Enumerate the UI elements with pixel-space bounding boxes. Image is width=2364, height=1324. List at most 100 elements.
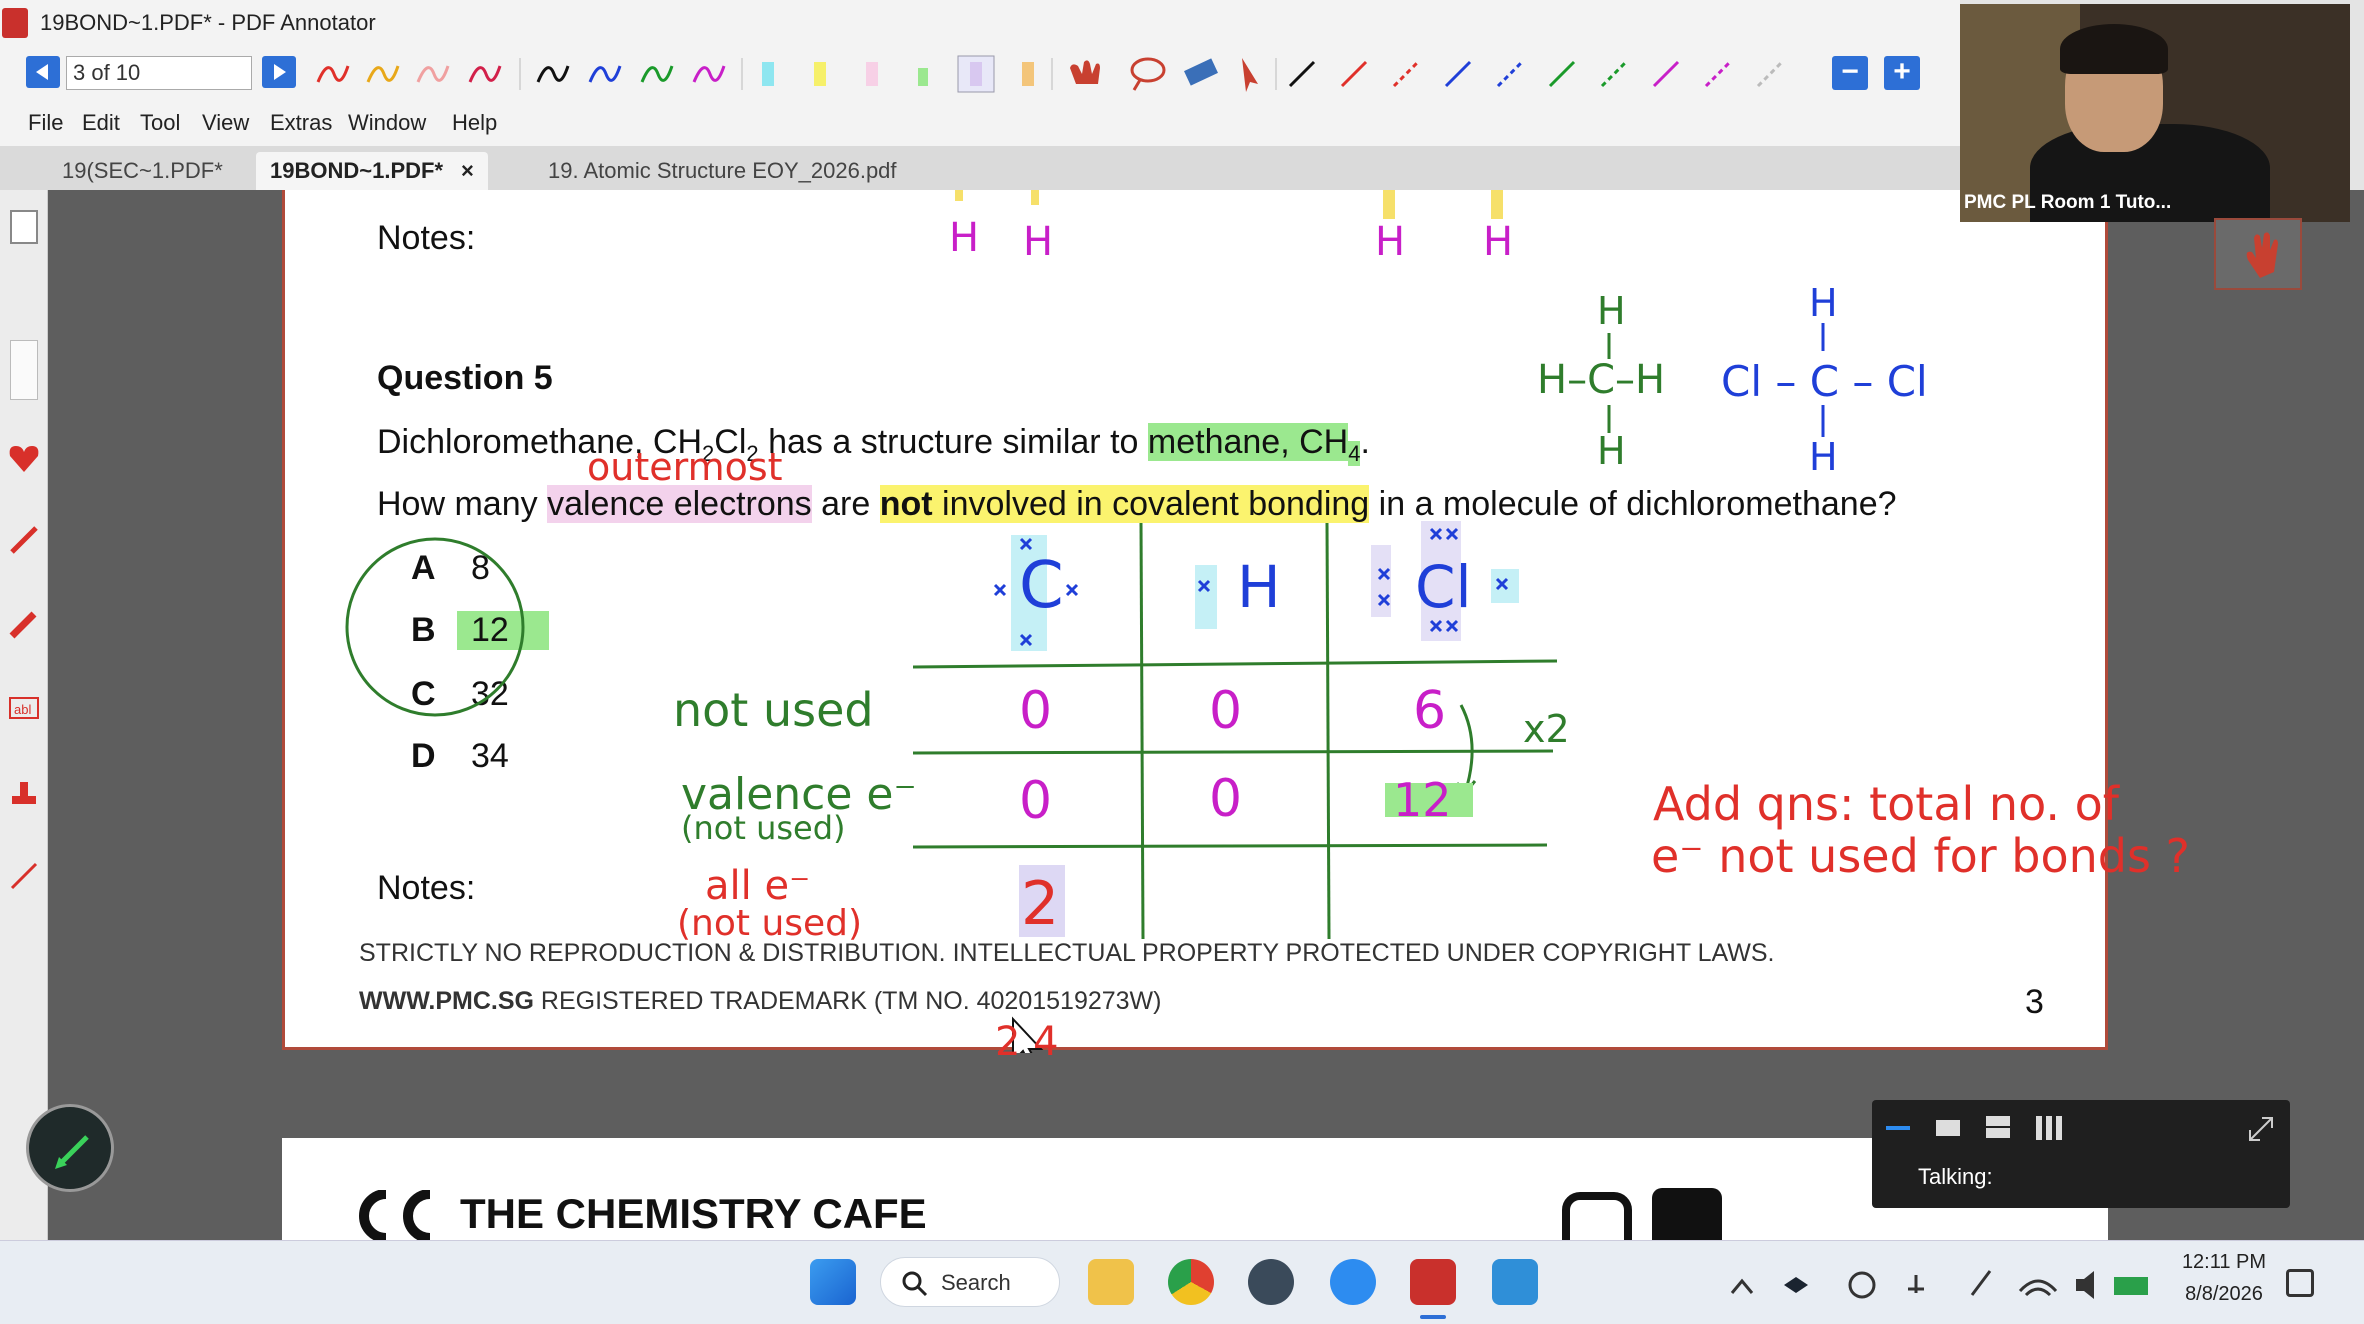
cell-h-valence: 0 <box>1209 769 1243 829</box>
clock-date[interactable]: 8/8/2026 <box>2164 1283 2284 1306</box>
magenta-dashed-line-icon <box>1704 60 1732 88</box>
sidebar-scrollbar[interactable] <box>10 340 38 400</box>
orange-pen-icon <box>366 65 400 83</box>
black-pen-icon <box>536 65 570 83</box>
pen-tool-icon[interactable] <box>6 522 42 558</box>
zoom-out-button[interactable]: − <box>1832 56 1868 90</box>
green-dashed-line-icon <box>1600 60 1628 88</box>
previous-page-button[interactable] <box>26 56 60 88</box>
file-explorer-icon[interactable] <box>1088 1259 1134 1305</box>
document-viewport[interactable]: Notes: Question 5 Dichloromethane, CH2Cl… <box>48 190 2364 1240</box>
close-tab-icon[interactable]: × <box>461 158 474 183</box>
pen-input-icon <box>1908 1275 1924 1293</box>
chrome-icon[interactable] <box>1168 1259 1214 1305</box>
menu-window[interactable]: Window <box>348 110 426 136</box>
menu-edit[interactable]: Edit <box>82 110 120 136</box>
answer-circle <box>345 537 525 717</box>
menu-help[interactable]: Help <box>452 110 497 136</box>
row-label-all-e-sub: (not used) <box>677 903 863 944</box>
pointer-icon <box>1242 58 1258 92</box>
blue-dashed-line-icon <box>1496 60 1524 88</box>
table-header-chlorine: Cl <box>1415 553 1472 621</box>
stacked-view-icon[interactable] <box>1986 1116 2010 1138</box>
tab-19sec[interactable]: 19(SEC~1.PDF* <box>48 152 237 190</box>
windows-taskbar: Search 12:11 PM 8/8/2026 <box>0 1240 2364 1324</box>
menu-tool[interactable]: Tool <box>140 110 180 136</box>
highlighter-tool-icon[interactable] <box>6 606 42 642</box>
facebook-icon <box>1652 1188 1722 1240</box>
green-line-icon <box>1548 60 1576 88</box>
text-box-tool-icon[interactable]: abl <box>6 690 42 726</box>
battery-icon <box>2114 1277 2148 1295</box>
ink-add-qns-line-1: Add qns: total no. of <box>1653 777 2119 831</box>
page-thumbnail-icon[interactable] <box>10 210 38 244</box>
active-app-indicator <box>1420 1315 1446 1319</box>
app-icon[interactable] <box>1248 1259 1294 1305</box>
dropbox-icon <box>1784 1277 1808 1293</box>
cell-c-not-used: 0 <box>1019 681 1053 741</box>
zoom-icon[interactable] <box>1330 1259 1376 1305</box>
clock-time[interactable]: 12:11 PM <box>2164 1251 2284 1274</box>
windows-start-icon[interactable] <box>810 1259 856 1305</box>
notifications-icon[interactable] <box>2286 1269 2314 1297</box>
black-line-icon <box>1288 60 1316 88</box>
green-pen-icon <box>640 65 674 83</box>
ink-h-1: H <box>949 215 980 261</box>
search-label: Search <box>941 1270 1011 1295</box>
annotation-tools <box>316 55 1784 93</box>
ink-h-2: H <box>1023 219 1054 265</box>
arrow-tool-icon[interactable] <box>6 858 42 894</box>
cell-cl-valence: 12 <box>1393 773 1452 827</box>
row-label-valence-sub: (not used) <box>681 809 846 847</box>
menu-extras[interactable]: Extras <box>270 110 332 136</box>
stamp-tool-icon[interactable] <box>6 774 42 810</box>
title-bar: 19BOND~1.PDF* - PDF Annotator <box>0 0 1960 46</box>
pdf-annotator-taskbar-icon[interactable] <box>1410 1259 1456 1305</box>
floating-pen-button[interactable] <box>26 1104 114 1192</box>
gallery-view-icon[interactable] <box>2036 1116 2062 1140</box>
pdf-annotator-app-icon <box>2 8 28 38</box>
crimson-pen-icon <box>468 65 502 83</box>
search-icon <box>902 1271 928 1297</box>
minimize-view-icon[interactable] <box>1886 1126 1910 1130</box>
expand-icon[interactable] <box>2246 1114 2276 1144</box>
lasso-icon <box>1130 57 1166 83</box>
favorites-heart-icon[interactable] <box>6 440 42 476</box>
table-header-carbon: C <box>1019 549 1064 623</box>
cell-c-valence: 0 <box>1019 771 1053 831</box>
pink-highlighter-icon <box>866 62 878 86</box>
speaker-icon <box>2076 1271 2094 1299</box>
cyan-highlighter-icon <box>762 62 774 86</box>
row-label-not-used: not used <box>673 683 874 737</box>
cell-c-all-e: 2 <box>1021 869 1060 939</box>
orange-highlighter-icon <box>1022 62 1034 86</box>
menu-view[interactable]: View <box>202 110 249 136</box>
zoom-in-button[interactable]: + <box>1884 56 1920 90</box>
tab-atomic-structure[interactable]: 19. Atomic Structure EOY_2026.pdf <box>534 152 911 190</box>
onedrive-icon <box>1848 1271 1876 1299</box>
dcm-h-top: H <box>1809 281 1838 325</box>
app-window: 19BOND~1.PDF* - PDF Annotator 3 of 10 − … <box>0 0 2364 1324</box>
dcm-center-row: Cl – C – Cl <box>1721 357 1928 406</box>
wifi-icon <box>2018 1279 2058 1297</box>
photos-icon[interactable] <box>1492 1259 1538 1305</box>
menu-file[interactable]: File <box>28 110 63 136</box>
taskbar-search[interactable]: Search <box>880 1257 1060 1307</box>
toolbar: 3 of 10 − + <box>0 46 1960 98</box>
speaker-view-icon[interactable] <box>1936 1120 1960 1136</box>
red-pen-icon <box>316 65 350 83</box>
tab-19bond[interactable]: 19BOND~1.PDF* × <box>256 152 488 190</box>
cell-cl-not-used: 6 <box>1413 681 1447 741</box>
ink-times-2: x2 <box>1523 707 1570 751</box>
page-number-field[interactable]: 3 of 10 <box>66 56 252 90</box>
video-participant-tile[interactable]: PMC PL Room 1 Tuto... <box>1960 4 2350 222</box>
grey-dashed-line-icon <box>1756 60 1784 88</box>
raise-hand-button[interactable] <box>2214 218 2302 290</box>
next-page-button[interactable] <box>262 56 296 88</box>
pan-hand-icon <box>1070 60 1100 84</box>
tab-label: 19. Atomic Structure EOY_2026.pdf <box>548 158 897 183</box>
pdf-page-next: THE CHEMISTRY CAFE <box>282 1138 2108 1240</box>
pdf-page: Notes: Question 5 Dichloromethane, CH2Cl… <box>282 190 2190 1065</box>
dcm-h-bottom: H <box>1809 435 1838 479</box>
eraser-icon <box>1184 58 1218 86</box>
